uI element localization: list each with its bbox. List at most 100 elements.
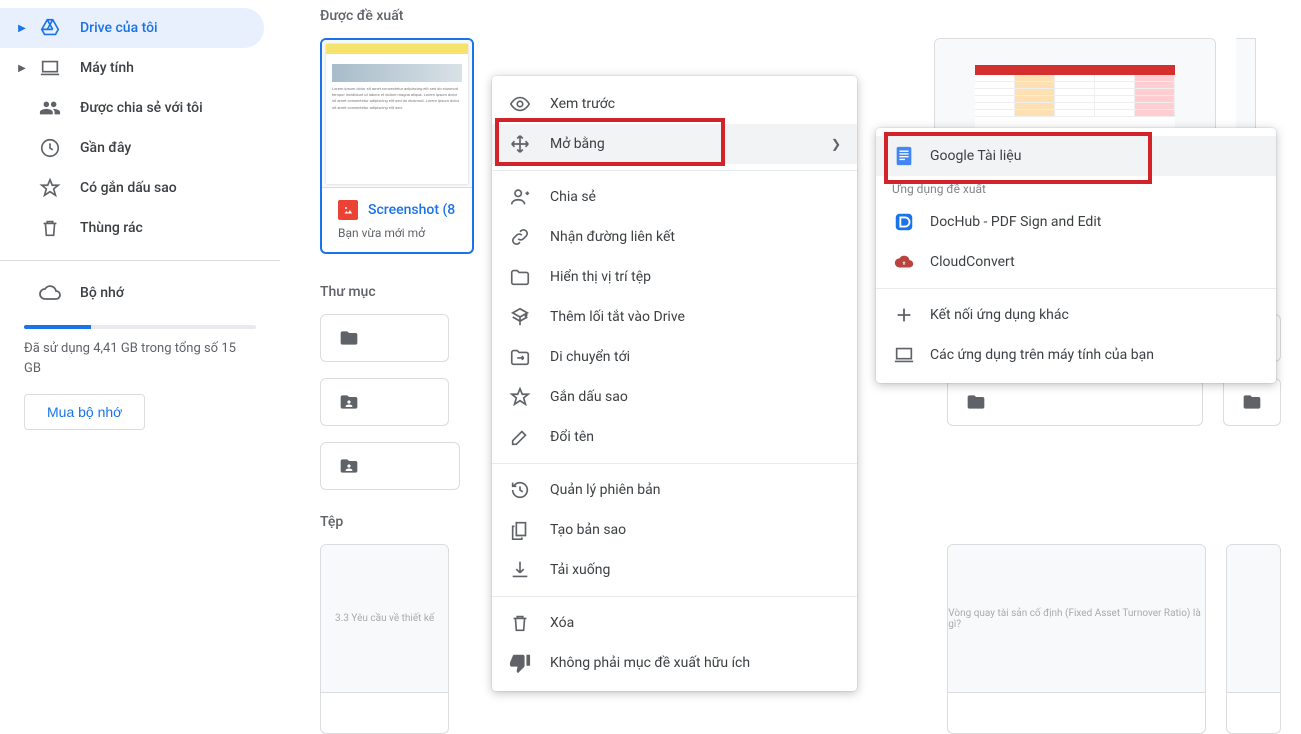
- nav-label: Drive của tôi: [80, 20, 158, 36]
- menu-move-to[interactable]: Di chuyển tới: [492, 337, 857, 377]
- submenu-label: CloudConvert: [930, 254, 1015, 270]
- menu-label: Xóa: [550, 615, 574, 631]
- shortcut-icon: [508, 305, 532, 329]
- history-icon: [508, 478, 532, 502]
- star-icon: [508, 385, 532, 409]
- menu-label: Thêm lối tắt vào Drive: [550, 309, 685, 325]
- file-name-text: Screenshot (8: [368, 202, 455, 218]
- suggested-card[interactable]: Lorem ipsum dolor sit amet consectetur a…: [320, 38, 474, 254]
- nav-recent[interactable]: Gần đây: [0, 128, 264, 168]
- submenu-label: Các ứng dụng trên máy tính của bạn: [930, 347, 1154, 363]
- menu-star[interactable]: Gắn dấu sao: [492, 377, 857, 417]
- menu-versions[interactable]: Quản lý phiên bản: [492, 470, 857, 510]
- image-icon: [338, 200, 358, 220]
- menu-label: Mở bằng: [550, 136, 605, 152]
- menu-not-helpful[interactable]: Không phải mục đề xuất hữu ích: [492, 643, 857, 683]
- nav-starred[interactable]: Có gắn dấu sao: [0, 168, 264, 208]
- nav-label: Thùng rác: [80, 220, 143, 236]
- submenu-section-label: Ứng dụng đề xuất: [876, 176, 1276, 202]
- menu-show-location[interactable]: Hiển thị vị trí tệp: [492, 257, 857, 297]
- menu-open-with[interactable]: Mở bằng ❯: [492, 124, 857, 164]
- context-menu: Xem trước Mở bằng ❯ Chia sẻ Nhận đường l…: [492, 76, 857, 691]
- move-icon: [508, 132, 532, 156]
- open-with-submenu: Google Tài liệu Ứng dụng đề xuất DocHub …: [876, 128, 1276, 383]
- menu-add-shortcut[interactable]: Thêm lối tắt vào Drive: [492, 297, 857, 337]
- chevron-right-icon: ❯: [831, 137, 841, 151]
- submenu-label: Kết nối ứng dụng khác: [930, 307, 1069, 323]
- section-suggested-title: Được đề xuất: [320, 8, 1281, 24]
- menu-remove[interactable]: Xóa: [492, 603, 857, 643]
- menu-get-link[interactable]: Nhận đường liên kết: [492, 217, 857, 257]
- trash-icon: [38, 216, 62, 240]
- file-thumbnail: [1227, 545, 1280, 693]
- chevron-right-icon: ▶: [12, 23, 32, 34]
- pencil-icon: [508, 425, 532, 449]
- buy-storage-button[interactable]: Mua bộ nhớ: [24, 394, 145, 430]
- laptop-icon: [38, 56, 62, 80]
- folder-card[interactable]: [947, 378, 1203, 426]
- star-icon: [38, 176, 62, 200]
- menu-label: Tải xuống: [550, 562, 610, 578]
- nav-storage[interactable]: Bộ nhớ: [0, 273, 264, 313]
- thumbs-down-icon: [508, 651, 532, 675]
- person-add-icon: [508, 185, 532, 209]
- storage-text: Đã sử dụng 4,41 GB trong tổng số 15 GB: [24, 339, 256, 378]
- file-card[interactable]: [1226, 544, 1281, 734]
- submenu-label: Google Tài liệu: [930, 148, 1021, 164]
- clock-icon: [38, 136, 62, 160]
- storage-section: Đã sử dụng 4,41 GB trong tổng số 15 GB M…: [0, 325, 280, 430]
- menu-share[interactable]: Chia sẻ: [492, 177, 857, 217]
- folder-icon: [1240, 392, 1264, 412]
- nav-computers[interactable]: ▶ Máy tính: [0, 48, 264, 88]
- folder-card[interactable]: [320, 314, 449, 362]
- chevron-right-icon: ▶: [12, 63, 32, 74]
- link-icon: [508, 225, 532, 249]
- plus-icon: [892, 303, 916, 327]
- cloudconvert-icon: [892, 250, 916, 274]
- submenu-cloudconvert[interactable]: CloudConvert: [876, 242, 1276, 282]
- submenu-dochub[interactable]: DocHub - PDF Sign and Edit: [876, 202, 1276, 242]
- folder-icon: [337, 328, 361, 348]
- nav-my-drive[interactable]: ▶ Drive của tôi: [0, 8, 264, 48]
- laptop-icon: [892, 343, 916, 367]
- copy-icon: [508, 518, 532, 542]
- menu-make-copy[interactable]: Tạo bản sao: [492, 510, 857, 550]
- menu-label: Đổi tên: [550, 429, 594, 445]
- submenu-google-docs[interactable]: Google Tài liệu: [876, 136, 1276, 176]
- folder-card[interactable]: [1223, 378, 1281, 426]
- nav-label: Có gắn dấu sao: [80, 180, 177, 196]
- nav-label: Được chia sẻ với tôi: [80, 100, 203, 116]
- menu-label: Quản lý phiên bản: [550, 482, 660, 498]
- shared-folder-icon: [337, 456, 361, 476]
- move-folder-icon: [508, 345, 532, 369]
- submenu-label: DocHub - PDF Sign and Edit: [930, 214, 1101, 230]
- file-thumbnail: Lorem ipsum dolor sit amet consectetur a…: [322, 40, 472, 188]
- submenu-connect-more[interactable]: Kết nối ứng dụng khác: [876, 295, 1276, 335]
- trash-icon: [508, 611, 532, 635]
- eye-icon: [508, 92, 532, 116]
- menu-label: Nhận đường liên kết: [550, 229, 675, 245]
- submenu-desktop-apps[interactable]: Các ứng dụng trên máy tính của bạn: [876, 335, 1276, 375]
- nav-trash[interactable]: Thùng rác: [0, 208, 264, 248]
- menu-rename[interactable]: Đổi tên: [492, 417, 857, 457]
- file-card[interactable]: 3.3 Yêu cầu về thiết kế: [320, 544, 449, 734]
- nav-label: Gần đây: [80, 140, 131, 156]
- file-subtitle: Bạn vừa mới mở: [338, 226, 456, 240]
- folder-icon: [964, 392, 988, 412]
- menu-label: Tạo bản sao: [550, 522, 626, 538]
- folder-card[interactable]: [320, 378, 449, 426]
- nav-shared[interactable]: Được chia sẻ với tôi: [0, 88, 264, 128]
- download-icon: [508, 558, 532, 582]
- file-card[interactable]: Vòng quay tài sản cố định (Fixed Asset T…: [947, 544, 1205, 734]
- menu-label: Không phải mục đề xuất hữu ích: [550, 655, 750, 671]
- nav-label: Máy tính: [80, 60, 134, 76]
- menu-preview[interactable]: Xem trước: [492, 84, 857, 124]
- folder-card[interactable]: [320, 442, 460, 490]
- menu-label: Di chuyển tới: [550, 349, 630, 365]
- cloud-icon: [38, 281, 62, 305]
- shared-folder-icon: [337, 392, 361, 412]
- menu-label: Xem trước: [550, 96, 615, 112]
- menu-label: Gắn dấu sao: [550, 389, 628, 405]
- menu-download[interactable]: Tải xuống: [492, 550, 857, 590]
- file-thumbnail: 3.3 Yêu cầu về thiết kế: [321, 545, 448, 693]
